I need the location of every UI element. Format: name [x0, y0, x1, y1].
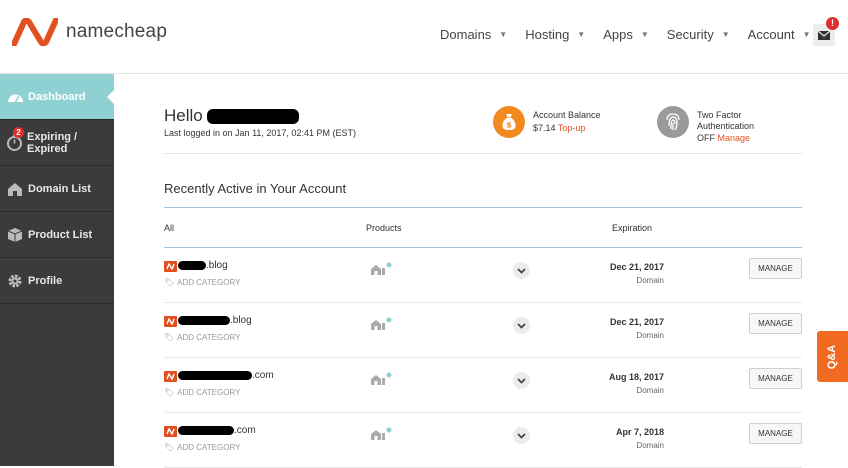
- namecheap-logo-icon: [12, 18, 58, 46]
- namecheap-logo[interactable]: namecheap: [12, 18, 167, 46]
- sidebar-item-dashboard[interactable]: Dashboard: [0, 74, 115, 120]
- column-header-all[interactable]: All: [164, 223, 174, 233]
- money-bag-icon: $: [493, 106, 525, 138]
- caret-down-icon: ▼: [640, 30, 649, 39]
- chevron-down-icon: [517, 267, 526, 274]
- manage-button[interactable]: MANAGE: [749, 423, 802, 444]
- divider: [164, 207, 802, 208]
- redacted-domain: [178, 261, 206, 270]
- domain-name[interactable]: .com: [178, 425, 256, 436]
- add-category-link[interactable]: 🏷 ADD CATEGORY: [164, 278, 240, 287]
- envelope-icon: [818, 30, 830, 40]
- add-category-link[interactable]: 🏷 ADD CATEGORY: [164, 333, 240, 342]
- manage-button[interactable]: MANAGE: [749, 258, 802, 279]
- redacted-username: [207, 109, 300, 125]
- qa-tab-button[interactable]: Q&A: [817, 331, 848, 382]
- table-row: .blog 🏷 ADD CATEGORY Dec 21, 2017 Domain …: [164, 303, 802, 358]
- expiration-date: Apr 7, 2018: [615, 427, 664, 437]
- last-login-text: Last logged in on Jan 11, 2017, 02:41 PM…: [164, 128, 356, 138]
- domain-product-icon: [370, 262, 392, 281]
- sidebar: Dashboard 2 Expiring / Expired Domain Li…: [0, 74, 115, 466]
- expand-row-button[interactable]: [513, 427, 530, 444]
- table-row: .com 🏷 ADD CATEGORY Apr 7, 2018 Domain MA…: [164, 413, 802, 468]
- column-header-products: Products: [366, 223, 402, 233]
- expiration-date: Dec 21, 2017: [609, 317, 664, 327]
- add-category-link[interactable]: 🏷 ADD CATEGORY: [164, 443, 240, 452]
- speedometer-icon: [6, 88, 24, 106]
- nav-account[interactable]: Account ▼: [748, 27, 811, 42]
- sidebar-item-expiring[interactable]: 2 Expiring / Expired: [0, 120, 114, 166]
- expiring-count-badge: 2: [13, 127, 24, 138]
- svg-text:$: $: [506, 121, 512, 130]
- table-row: .com 🏷 ADD CATEGORY Aug 18, 2017 Domain M…: [164, 358, 802, 413]
- domain-product-icon: [370, 372, 392, 391]
- nav-domains[interactable]: Domains ▼: [440, 27, 507, 42]
- sidebar-item-product-list[interactable]: Product List: [0, 212, 114, 258]
- domain-name[interactable]: .blog: [178, 315, 252, 326]
- product-type: Domain: [636, 331, 664, 340]
- domain-product-icon: [370, 427, 392, 446]
- greeting: Hello: [164, 106, 300, 126]
- namecheap-domain-icon: [164, 316, 177, 327]
- chevron-down-icon: [517, 322, 526, 329]
- domain-name[interactable]: .blog: [178, 260, 228, 271]
- account-balance-value: $7.14 Top-up: [533, 123, 586, 133]
- tag-icon: 🏷: [164, 388, 175, 397]
- house-icon: [6, 180, 24, 198]
- product-type: Domain: [636, 386, 664, 395]
- main-nav: Domains ▼ Hosting ▼ Apps ▼ Security ▼ Accoun…: [440, 27, 829, 42]
- column-header-expiration: Expiration: [612, 223, 653, 233]
- caret-down-icon: ▼: [721, 30, 730, 39]
- product-type: Domain: [636, 276, 664, 285]
- brand-name: namecheap: [66, 21, 168, 42]
- namecheap-domain-icon: [164, 261, 177, 272]
- chevron-down-icon: [517, 432, 526, 439]
- expiration-date: Aug 18, 2017: [608, 372, 664, 382]
- redacted-domain: [178, 426, 234, 435]
- caret-down-icon: ▼: [802, 30, 811, 39]
- manage-button[interactable]: MANAGE: [749, 368, 802, 389]
- expand-row-button[interactable]: [513, 372, 530, 389]
- redacted-domain: [178, 371, 252, 380]
- caret-down-icon: ▼: [499, 30, 508, 39]
- box-icon: [6, 226, 24, 244]
- top-up-link[interactable]: Top-up: [558, 123, 586, 133]
- divider: [164, 153, 802, 154]
- manage-button[interactable]: MANAGE: [749, 313, 802, 334]
- expiration-date: Dec 21, 2017: [609, 262, 664, 272]
- add-category-link[interactable]: 🏷 ADD CATEGORY: [164, 388, 240, 397]
- manage-2fa-link[interactable]: Manage: [718, 133, 751, 143]
- product-type: Domain: [636, 441, 664, 450]
- tag-icon: 🏷: [164, 333, 175, 342]
- gear-icon: [6, 272, 24, 290]
- redacted-domain: [178, 316, 230, 325]
- chevron-down-icon: [517, 377, 526, 384]
- expand-row-button[interactable]: [513, 317, 530, 334]
- nav-security[interactable]: Security ▼: [667, 27, 730, 42]
- domain-name[interactable]: .com: [178, 370, 274, 381]
- fingerprint-icon: [657, 106, 689, 138]
- notification-badge: !: [826, 17, 839, 30]
- namecheap-domain-icon: [164, 371, 177, 382]
- expand-row-button[interactable]: [513, 262, 530, 279]
- table-row: .blog 🏷 ADD CATEGORY Dec 21, 2017 Domain …: [164, 248, 802, 303]
- caret-down-icon: ▼: [577, 30, 586, 39]
- account-balance-label: Account Balance: [533, 110, 601, 120]
- top-header: namecheap Domains ▼ Hosting ▼ Apps ▼ Securi…: [0, 0, 848, 74]
- sidebar-item-domain-list[interactable]: Domain List: [0, 166, 114, 212]
- sidebar-item-profile[interactable]: Profile: [0, 258, 114, 304]
- namecheap-domain-icon: [164, 426, 177, 437]
- recently-active-title: Recently Active in Your Account: [164, 181, 347, 196]
- domain-product-icon: [370, 317, 392, 336]
- nav-hosting[interactable]: Hosting ▼: [525, 27, 585, 42]
- tag-icon: 🏷: [164, 443, 175, 452]
- two-factor-status: OFF Manage: [697, 133, 751, 143]
- nav-apps[interactable]: Apps ▼: [603, 27, 649, 42]
- tag-icon: 🏷: [164, 278, 175, 287]
- two-factor-label: Two Factor Authentication: [697, 110, 755, 131]
